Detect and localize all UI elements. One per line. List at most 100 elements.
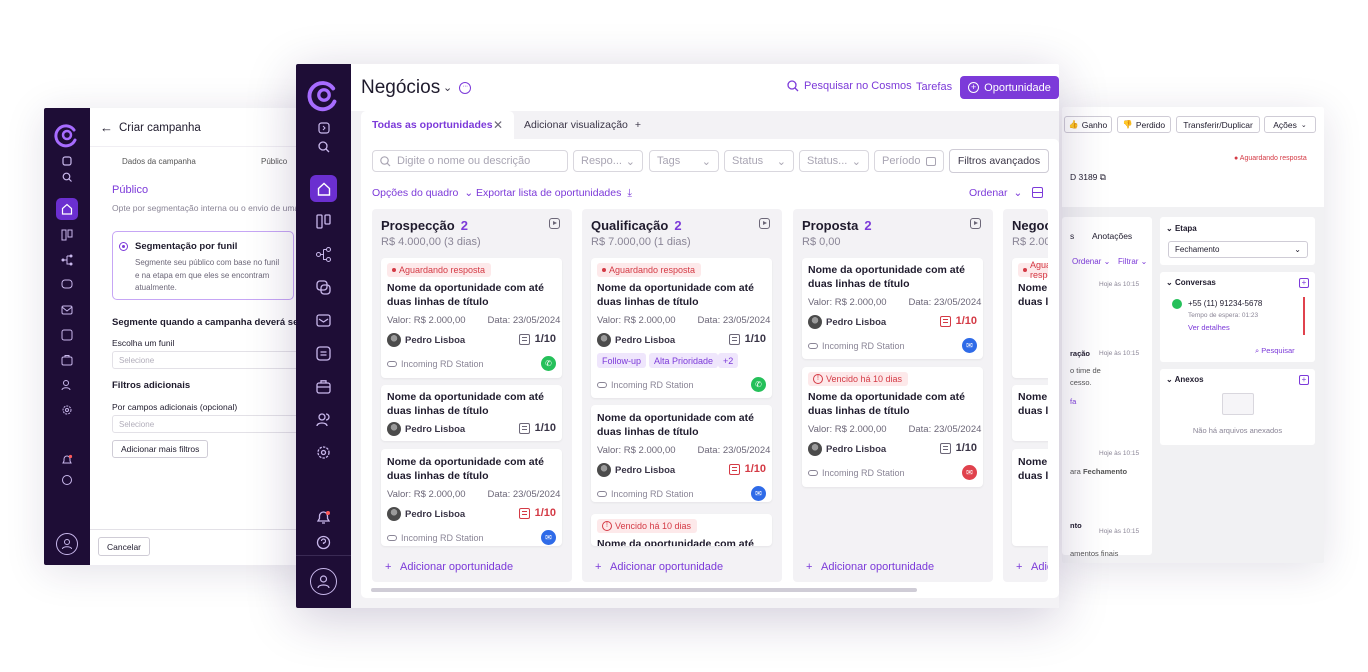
search-input[interactable]: Digite o nome ou descrição [372, 150, 568, 172]
opportunity-card[interactable]: Aguardando resposta Nome da oportunidade… [591, 258, 772, 398]
cosmos-search-link[interactable]: Pesquisar no Cosmos [787, 80, 912, 92]
avatar[interactable] [310, 568, 337, 595]
opportunity-card[interactable]: Nome da oportunidade com até duas linhas… [802, 258, 983, 359]
collapse-icon[interactable] [317, 122, 330, 134]
tab-add-view[interactable]: Adicionar visualização + [524, 119, 641, 131]
export-link[interactable]: Exportar lista de oportunidades ⤓ [476, 187, 632, 200]
opportunity-card[interactable]: Vencido há 10 dias Nome da oportunidade … [802, 367, 983, 487]
flow-icon[interactable] [61, 254, 73, 266]
whatsapp-icon[interactable]: ✆ [541, 356, 556, 371]
sort-link[interactable]: Ordenar ⌄ [969, 187, 1022, 199]
message-icon[interactable] [316, 346, 331, 361]
opportunity-card[interactable]: Nome da oportunidade com até duas linhas… [1012, 385, 1048, 441]
add-opportunity-button[interactable]: + Adicionar oportunidade [595, 561, 723, 573]
help-icon[interactable] [316, 535, 331, 550]
board-icon[interactable] [316, 214, 331, 229]
card-meta: Valor: R$ 2.000,00 Data: 23/05/2024 [387, 315, 561, 326]
tab-all-opportunities[interactable]: Todas as oportunidades ✕ [361, 111, 514, 139]
chevron-down-icon[interactable]: ⌄ [443, 81, 452, 94]
search-icon[interactable] [317, 141, 330, 153]
expand-column-icon[interactable] [549, 218, 560, 229]
opportunity-card[interactable]: Vencido há 10 dias Nome da oportunidade … [591, 514, 772, 546]
tag-priority[interactable]: Alta Prioridade [649, 353, 719, 368]
period-filter[interactable]: Período [874, 150, 944, 172]
add-opportunity-button[interactable]: + Adicionar oportunidade [1016, 561, 1048, 573]
mail-icon[interactable] [61, 304, 73, 316]
column-sum: R$ 2.00 [1012, 236, 1048, 248]
bell-icon[interactable] [316, 510, 331, 525]
add-filters-button[interactable]: Adicionar mais filtros [112, 440, 209, 458]
status-detail-filter[interactable]: Status... ⌄ [799, 150, 869, 172]
expand-column-icon[interactable] [759, 218, 770, 229]
cancel-button[interactable]: Cancelar [98, 537, 151, 556]
tasks-link[interactable]: Tarefas [916, 81, 952, 93]
more-options-icon[interactable]: ··· [459, 82, 471, 94]
funnel-option[interactable]: Segmentação por funil Segmente seu públi… [112, 231, 294, 300]
add-attachment-icon[interactable]: + [1299, 375, 1309, 385]
message-icon[interactable] [61, 329, 73, 341]
tab-notes[interactable]: Anotações [1092, 231, 1132, 241]
help-icon[interactable] [61, 474, 73, 486]
users-icon[interactable] [316, 412, 331, 427]
briefcase-icon[interactable] [316, 379, 331, 394]
search-icon[interactable] [62, 172, 72, 182]
users-icon[interactable] [61, 379, 73, 391]
back-arrow-icon[interactable]: ← [100, 120, 113, 135]
funnel-select[interactable]: Selecione [112, 351, 310, 369]
chevron-down-icon: ⌄ [1294, 245, 1301, 254]
tag-followup[interactable]: Follow-up [597, 353, 647, 368]
won-button[interactable]: 👍 Ganho [1064, 116, 1112, 133]
opportunity-card[interactable]: Nome da oportunidade com até duas linhas… [1012, 449, 1048, 546]
add-opportunity-button[interactable]: + Adicionar oportunidade [806, 561, 934, 573]
flow-icon[interactable] [316, 247, 331, 262]
opportunity-card[interactable]: Nome da oportunidade com até duas linhas… [381, 385, 562, 441]
briefcase-icon[interactable] [61, 354, 73, 366]
messenger-icon[interactable]: ✉ [751, 486, 766, 501]
close-icon[interactable]: ✕ [493, 118, 503, 132]
settings-icon[interactable] [61, 404, 73, 416]
opportunity-card[interactable]: Aguardando resposta Nome da oportunidade… [381, 258, 562, 378]
add-opportunity-button[interactable]: + Adicionar oportunidade [385, 561, 513, 573]
board-icon[interactable] [61, 229, 73, 241]
board-options-link[interactable]: Opções do quadro ⌄ [372, 187, 473, 199]
email-icon[interactable]: ✉ [962, 465, 977, 480]
messenger-icon[interactable]: ✉ [541, 530, 556, 545]
expand-column-icon[interactable] [970, 218, 981, 229]
advanced-filters-button[interactable]: Filtros avançados [949, 149, 1049, 173]
filter-link[interactable]: Filtrar ⌄ [1118, 257, 1147, 266]
settings-icon[interactable] [316, 445, 331, 460]
horizontal-scrollbar[interactable] [371, 588, 917, 592]
opportunity-card[interactable]: Nome da oportunidade com até duas linhas… [381, 449, 562, 546]
tags-filter[interactable]: Tags ⌄ [649, 150, 719, 172]
sort-link[interactable]: Ordenar ⌄ [1072, 257, 1110, 266]
bell-icon[interactable] [61, 454, 73, 466]
owner-avatar [808, 315, 822, 329]
whatsapp-icon[interactable]: ✆ [751, 377, 766, 392]
mail-icon[interactable] [316, 313, 331, 328]
details-link[interactable]: Ver detalhes [1188, 323, 1230, 332]
collapse-icon[interactable] [62, 156, 72, 166]
stage-select[interactable]: Fechamento ⌄ [1168, 241, 1308, 258]
avatar[interactable] [56, 533, 78, 555]
add-conversation-icon[interactable]: + [1299, 278, 1309, 288]
responsible-filter[interactable]: Respo... ⌄ [573, 150, 643, 172]
transfer-button[interactable]: Transferir/Duplicar [1176, 116, 1260, 133]
opportunity-card[interactable]: Nome da oportunidade com até duas linhas… [591, 405, 772, 502]
tab-fragment[interactable]: s [1070, 231, 1074, 241]
messenger-icon[interactable]: ✉ [962, 338, 977, 353]
new-opportunity-button[interactable]: + Oportunidade [960, 76, 1059, 99]
search-link[interactable]: ⌕ Pesquisar [1255, 346, 1295, 356]
extra-select[interactable]: Selecione [112, 415, 310, 433]
status-filter[interactable]: Status ⌄ [724, 150, 794, 172]
owner-avatar [808, 442, 822, 456]
opportunity-card[interactable]: Aguardando respostaNome da oportunidade … [1012, 258, 1048, 378]
lost-button[interactable]: 👎 Perdido [1117, 116, 1171, 133]
chat-icon[interactable] [316, 280, 331, 295]
chat-icon[interactable] [61, 279, 73, 291]
tag-more[interactable]: +2 [718, 353, 739, 368]
radio-selected[interactable] [119, 242, 128, 251]
layout-toggle-icon[interactable] [1032, 187, 1043, 198]
actions-button[interactable]: Ações ⌄ [1264, 116, 1316, 133]
home-icon[interactable] [56, 198, 78, 220]
home-icon[interactable] [310, 175, 337, 202]
